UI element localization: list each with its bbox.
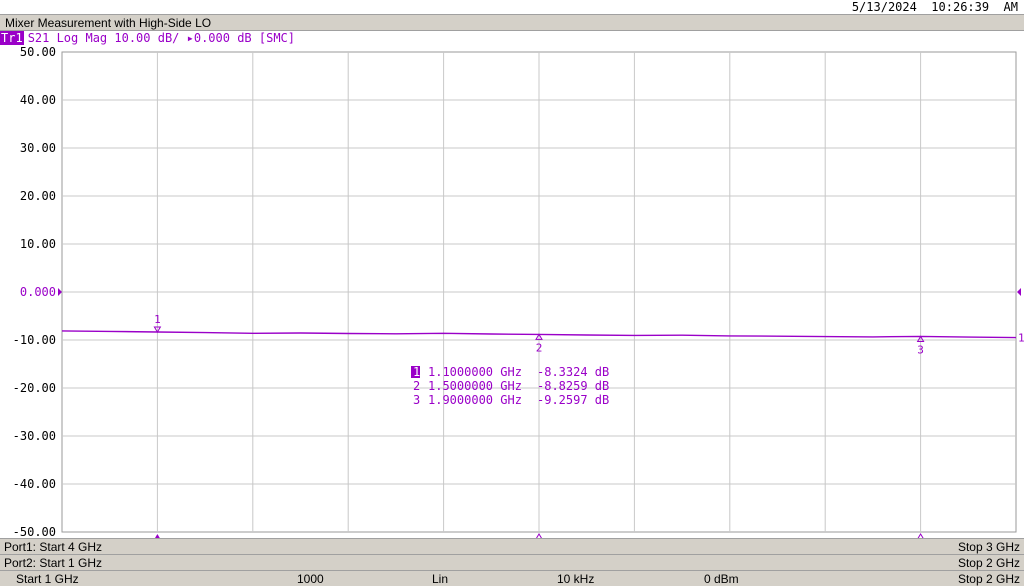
readout-3-value: -9.2597 dB [537,393,609,407]
y-tick-label: 40.00 [20,93,56,107]
readout-3-id: 3 [413,393,420,407]
sweep-type[interactable]: Lin [432,572,448,586]
reference-level-arrow-left [58,288,62,296]
marker-1-label: 1 [154,313,161,326]
readout-2-value: -8.8259 dB [537,379,609,393]
port2-stop[interactable]: Stop 2 GHz [958,556,1020,570]
trace-end-label: 1 [1018,332,1024,345]
marker-3-label: 3 [917,343,924,356]
y-tick-label: 30.00 [20,141,56,155]
status-row-port2: Port2: Start 1 GHz Stop 2 GHz [0,554,1024,570]
readout-2-id: 2 [413,379,420,393]
y-tick-label: 50.00 [20,45,56,59]
y-tick-label: -50.00 [13,525,56,539]
reference-level-arrow-right [1017,288,1021,296]
readout-1-value: -8.3324 dB [537,365,609,379]
sweep-points[interactable]: 1000 [297,572,324,586]
port1-start[interactable]: Port1: Start 4 GHz [4,540,102,554]
port2-start[interactable]: Port2: Start 1 GHz [4,556,102,570]
readout-3-frequency: 1.9000000 GHz [428,393,522,407]
source-power[interactable]: 0 dBm [704,572,739,586]
y-tick-label: -30.00 [13,429,56,443]
port1-stop[interactable]: Stop 3 GHz [958,540,1020,554]
status-row-port1: Port1: Start 4 GHz Stop 3 GHz [0,538,1024,554]
y-tick-label: 10.00 [20,237,56,251]
marker-readouts: 1 1.1000000 GHz -8.3324 dB 2 1.5000000 GHz -8… [411,365,609,407]
readout-2-frequency: 1.5000000 GHz [428,379,522,393]
sweep-stop[interactable]: Stop 2 GHz [958,572,1020,586]
marker-2-label: 2 [536,341,543,354]
grid [61,51,1017,533]
trace-group: 1 [61,330,1024,345]
y-tick-label: -20.00 [13,381,56,395]
y-tick-label: -10.00 [13,333,56,347]
y-tick-label: -40.00 [13,477,56,491]
if-bandwidth[interactable]: 10 kHz [557,572,594,586]
plot-area[interactable]: 50.00 40.00 30.00 20.00 10.00 0.000 -10.00 -20.… [0,0,1024,586]
sweep-start[interactable]: Start 1 GHz [16,572,79,586]
y-tick-label: 0.000 [20,285,56,299]
status-row-sweep: Start 1 GHz 1000 Lin 10 kHz 0 dBm Stop 2… [0,570,1024,586]
y-tick-label: 20.00 [20,189,56,203]
readout-1-frequency: 1.1000000 GHz [428,365,522,379]
readout-1-id: 1 [413,365,420,379]
